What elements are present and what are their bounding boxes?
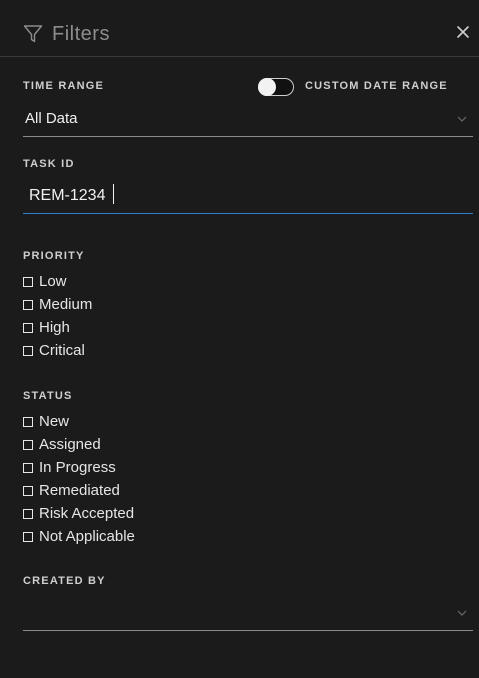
checkbox[interactable] [23, 322, 33, 333]
close-icon[interactable] [455, 24, 471, 40]
status-option-in-progress[interactable]: In Progress [23, 456, 135, 479]
panel-title: Filters [52, 23, 110, 45]
checkbox[interactable] [23, 439, 33, 450]
text-cursor [113, 184, 114, 204]
option-label: Not Applicable [39, 528, 135, 545]
priority-option-medium[interactable]: Medium [23, 293, 92, 316]
checkbox[interactable] [23, 299, 33, 310]
option-label: New [39, 413, 70, 430]
priority-option-low[interactable]: Low [23, 270, 92, 293]
custom-date-range-toggle[interactable] [258, 78, 294, 96]
status-label: STATUS [23, 390, 73, 402]
filters-panel: Filters TIME RANGE CUSTOM DATE RANGE All… [0, 0, 479, 678]
option-label: Remediated [39, 482, 120, 499]
option-label: High [39, 319, 70, 336]
priority-option-high[interactable]: High [23, 316, 92, 339]
checkbox[interactable] [23, 508, 33, 519]
time-range-select[interactable]: All Data [23, 106, 473, 137]
status-option-remediated[interactable]: Remediated [23, 479, 135, 502]
filter-icon [23, 25, 43, 43]
chevron-down-icon [457, 116, 467, 122]
checkbox[interactable] [23, 345, 33, 356]
time-range-value: All Data [25, 110, 78, 127]
toggle-knob [258, 78, 276, 96]
checkbox[interactable] [23, 485, 33, 496]
option-label: Assigned [39, 436, 101, 453]
priority-label: PRIORITY [23, 250, 85, 262]
status-option-not-applicable[interactable]: Not Applicable [23, 525, 135, 548]
custom-date-range-label: CUSTOM DATE RANGE [305, 80, 448, 92]
created-by-label: CREATED BY [23, 575, 106, 587]
option-label: Critical [39, 342, 85, 359]
filters-header: Filters [0, 0, 479, 57]
task-id-input[interactable] [23, 178, 473, 214]
priority-options: Low Medium High Critical [23, 270, 92, 362]
created-by-select[interactable] [23, 600, 473, 631]
priority-option-critical[interactable]: Critical [23, 339, 92, 362]
checkbox[interactable] [23, 416, 33, 427]
status-option-risk-accepted[interactable]: Risk Accepted [23, 502, 135, 525]
checkbox[interactable] [23, 531, 33, 542]
task-id-label: TASK ID [23, 158, 75, 170]
status-options: New Assigned In Progress Remediated Risk… [23, 410, 135, 548]
status-option-assigned[interactable]: Assigned [23, 433, 135, 456]
checkbox[interactable] [23, 462, 33, 473]
option-label: Medium [39, 296, 93, 313]
checkbox[interactable] [23, 276, 33, 287]
time-range-label: TIME RANGE [23, 80, 105, 92]
option-label: Risk Accepted [39, 505, 135, 522]
chevron-down-icon [457, 610, 467, 616]
option-label: In Progress [39, 459, 116, 476]
status-option-new[interactable]: New [23, 410, 135, 433]
option-label: Low [39, 273, 67, 290]
